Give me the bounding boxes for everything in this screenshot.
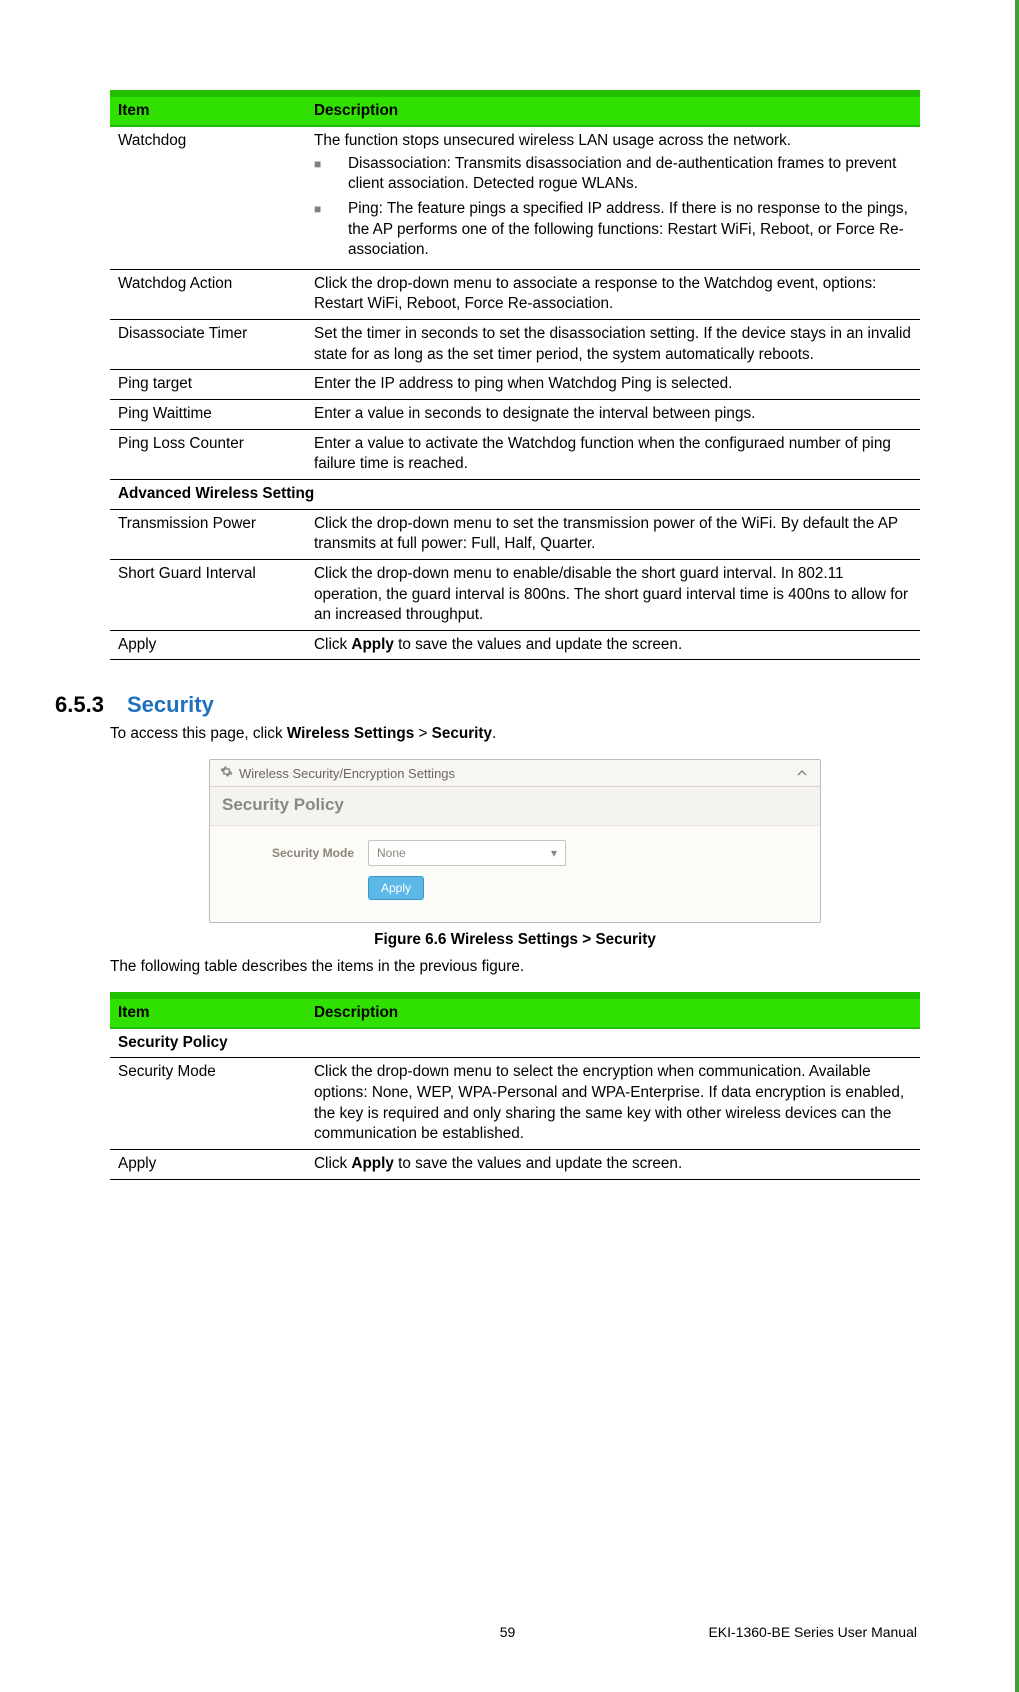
panel-titlebar: Wireless Security/Encryption Settings — [210, 760, 820, 787]
cell-item: Apply — [110, 630, 306, 660]
security-panel: Wireless Security/Encryption Settings Se… — [209, 759, 821, 923]
cell-item: Ping Waittime — [110, 400, 306, 430]
cell-item: Short Guard Interval — [110, 559, 306, 630]
table-row: Short Guard Interval Click the drop-down… — [110, 559, 920, 630]
cell-desc: Click Apply to save the values and updat… — [306, 630, 920, 660]
section-number: 6.5.3 — [55, 692, 127, 718]
cell-item: Apply — [110, 1149, 306, 1179]
col-item: Item — [110, 94, 306, 127]
col-description: Description — [306, 94, 920, 127]
post-figure-text: The following table describes the items … — [110, 957, 920, 978]
cell-item: Ping Loss Counter — [110, 429, 306, 479]
col-description: Description — [306, 995, 920, 1028]
section-intro: To access this page, click Wireless Sett… — [110, 724, 920, 745]
cell-desc: Click the drop-down menu to associate a … — [306, 269, 920, 319]
cell-desc: Click Apply to save the values and updat… — [306, 1149, 920, 1179]
figure-caption: Figure 6.6 Wireless Settings > Security — [110, 931, 920, 949]
cell-desc: The function stops unsecured wireless LA… — [306, 126, 920, 269]
cell-item: Disassociate Timer — [110, 320, 306, 370]
table-row: Advanced Wireless Setting — [110, 479, 920, 509]
select-value: None — [377, 846, 406, 860]
cell-desc: Enter a value to activate the Watchdog f… — [306, 429, 920, 479]
section-title: Security — [127, 692, 214, 718]
cell-desc: Click the drop-down menu to set the tran… — [306, 509, 920, 559]
panel-subtitle: Security Policy — [210, 787, 820, 826]
table-row: Apply Click Apply to save the values and… — [110, 1149, 920, 1179]
footer-title: EKI-1360-BE Series User Manual — [708, 1624, 917, 1640]
section-header: Security Policy — [110, 1028, 920, 1058]
page-number: 59 — [500, 1624, 516, 1640]
table-row: Transmission Power Click the drop-down m… — [110, 509, 920, 559]
table-watchdog-settings: Item Description Watchdog The function s… — [110, 90, 920, 660]
cell-item: Security Mode — [110, 1058, 306, 1150]
security-mode-label: Security Mode — [224, 846, 368, 860]
security-mode-select[interactable]: None ▾ — [368, 840, 566, 866]
cell-item: Ping target — [110, 370, 306, 400]
cell-desc-intro: The function stops unsecured wireless LA… — [314, 131, 912, 152]
table-row: Security Mode Click the drop-down menu t… — [110, 1058, 920, 1150]
table-security-settings: Item Description Security Policy Securit… — [110, 992, 920, 1180]
cell-desc: Enter the IP address to ping when Watchd… — [306, 370, 920, 400]
cell-desc: Click the drop-down menu to enable/disab… — [306, 559, 920, 630]
chevron-down-icon: ▾ — [551, 846, 557, 860]
table-row: Watchdog Action Click the drop-down menu… — [110, 269, 920, 319]
apply-button[interactable]: Apply — [368, 876, 424, 900]
table-row: Security Policy — [110, 1028, 920, 1058]
cell-desc: Enter a value in seconds to designate th… — [306, 400, 920, 430]
col-item: Item — [110, 995, 306, 1028]
table-row: Apply Click Apply to save the values and… — [110, 630, 920, 660]
table-row: Ping Loss Counter Enter a value to activ… — [110, 429, 920, 479]
panel-title-text: Wireless Security/Encryption Settings — [239, 766, 455, 781]
bullet-item: Ping: The feature pings a specified IP a… — [348, 199, 912, 261]
cell-item: Watchdog Action — [110, 269, 306, 319]
cell-item: Watchdog — [110, 126, 306, 269]
table-row: Watchdog The function stops unsecured wi… — [110, 126, 920, 269]
table-row: Ping target Enter the IP address to ping… — [110, 370, 920, 400]
bullet-item: Disassociation: Transmits disassociation… — [348, 154, 912, 195]
table-row: Ping Waittime Enter a value in seconds t… — [110, 400, 920, 430]
collapse-icon[interactable] — [794, 765, 810, 781]
cell-desc: Set the timer in seconds to set the disa… — [306, 320, 920, 370]
table-row: Disassociate Timer Set the timer in seco… — [110, 320, 920, 370]
cell-desc: Click the drop-down menu to select the e… — [306, 1058, 920, 1150]
cell-item: Transmission Power — [110, 509, 306, 559]
section-header: Advanced Wireless Setting — [110, 479, 920, 509]
gear-icon — [220, 765, 233, 781]
section-heading: 6.5.3 Security — [55, 692, 920, 718]
